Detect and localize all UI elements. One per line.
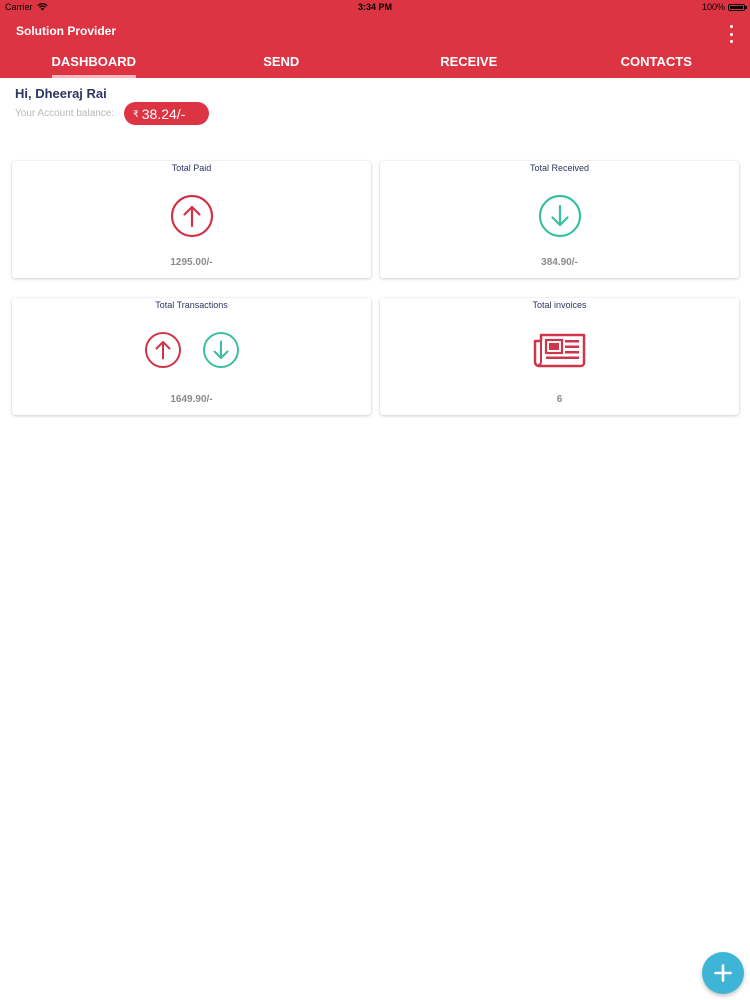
- user-greeting: Hi, Dheeraj Rai: [15, 86, 107, 101]
- tab-contacts[interactable]: CONTACTS: [563, 52, 750, 78]
- balance-label: Your Account balance:: [15, 108, 115, 119]
- card-value: 1295.00/-: [170, 257, 213, 268]
- arrow-down-circle-icon: [538, 194, 581, 238]
- card-value: 1649.90/-: [170, 394, 213, 405]
- status-time: 3:34 PM: [357, 2, 392, 12]
- tab-receive[interactable]: RECEIVE: [375, 52, 563, 78]
- app-bar: Solution Provider DASHBOARD SEND RECEIVE…: [0, 16, 750, 78]
- rupee-icon: ₹: [133, 109, 139, 119]
- card-title: Total invoices: [532, 300, 587, 310]
- arrow-up-circle-icon: [144, 332, 181, 368]
- battery-icon: [728, 3, 747, 11]
- total-transactions-card[interactable]: Total Transactions 1649.90/-: [12, 298, 371, 415]
- tab-dashboard[interactable]: DASHBOARD: [0, 52, 188, 78]
- card-value: 384.90/-: [541, 257, 578, 268]
- card-title: Total Received: [529, 163, 590, 173]
- tab-send[interactable]: SEND: [188, 52, 376, 78]
- app-title: Solution Provider: [16, 24, 117, 38]
- status-bar: Carrier 3:34 PM 100%: [0, 0, 750, 16]
- battery-indicator: 100%: [701, 2, 747, 12]
- plus-icon: [714, 964, 732, 982]
- card-title: Total Paid: [171, 163, 212, 173]
- battery-percent: 100%: [701, 2, 725, 12]
- balance-badge: ₹ 38.24/-: [124, 102, 209, 125]
- total-received-card[interactable]: Total Received 384.90/-: [380, 161, 739, 278]
- card-value: 6: [556, 394, 563, 405]
- balance-value: 38.24/-: [141, 105, 186, 122]
- arrow-down-circle-icon: [202, 332, 239, 368]
- card-title: Total Transactions: [155, 300, 228, 310]
- total-paid-card[interactable]: Total Paid 1295.00/-: [12, 161, 371, 278]
- arrow-up-circle-icon: [170, 194, 213, 238]
- add-button[interactable]: [702, 952, 744, 994]
- tab-bar: DASHBOARD SEND RECEIVE CONTACTS: [0, 52, 750, 78]
- battery-level: [730, 5, 743, 9]
- newspaper-icon: [533, 333, 585, 368]
- overflow-menu-icon[interactable]: [724, 25, 738, 43]
- total-invoices-card[interactable]: Total invoices 6: [380, 298, 739, 415]
